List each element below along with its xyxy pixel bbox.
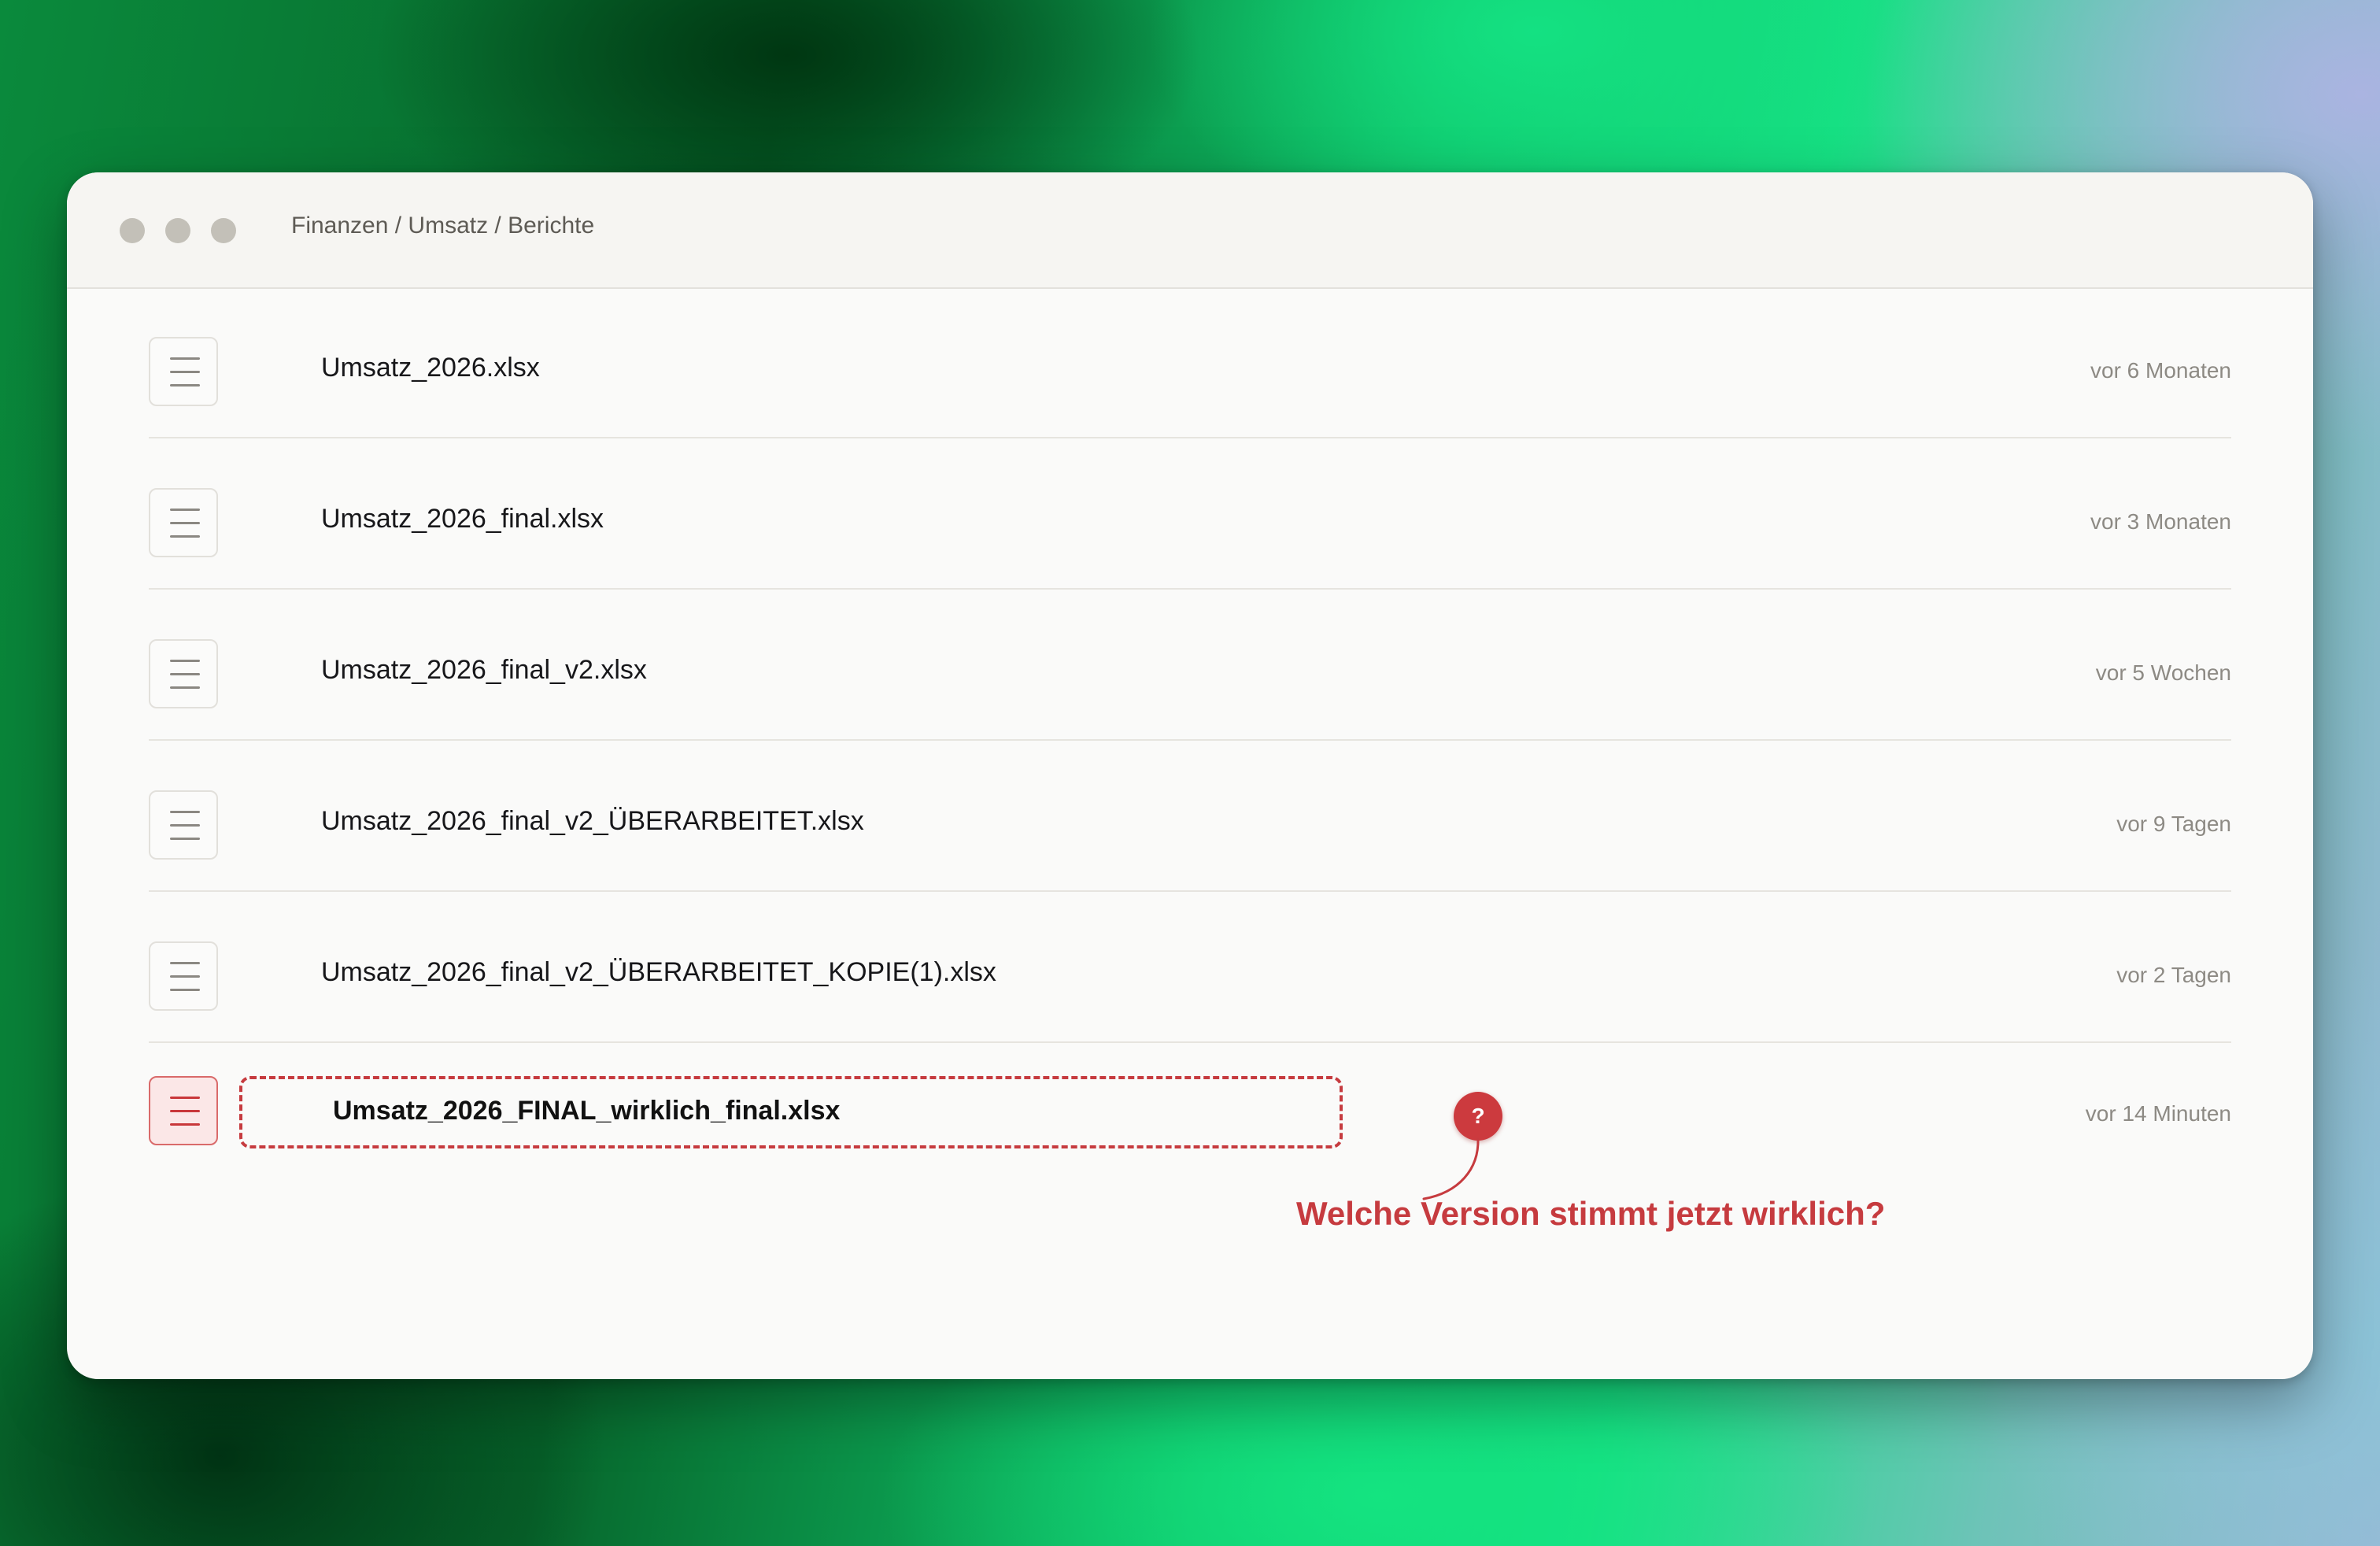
file-modified-time: vor 5 Wochen bbox=[2095, 660, 2231, 685]
file-name: Umsatz_2026_FINAL_wirklich_final.xlsx bbox=[333, 1096, 841, 1126]
callout-annotation-text: Welche Version stimmt jetzt wirklich? bbox=[1296, 1195, 1886, 1232]
file-modified-time: vor 14 Minuten bbox=[2085, 1101, 2231, 1126]
file-row[interactable]: Umsatz_2026_final_v2_ÜBERARBEITET.xlsx v… bbox=[149, 741, 2231, 892]
title-bar: Finanzen / Umsatz / Berichte bbox=[67, 172, 2313, 289]
file-modified-time: vor 2 Tagen bbox=[2116, 963, 2231, 987]
file-icon bbox=[149, 790, 218, 860]
file-name: Umsatz_2026_final.xlsx bbox=[321, 504, 604, 534]
file-icon bbox=[149, 639, 218, 708]
breadcrumb[interactable]: Finanzen / Umsatz / Berichte bbox=[291, 210, 594, 242]
file-modified-time: vor 3 Monaten bbox=[2090, 509, 2231, 534]
window-close-button[interactable] bbox=[120, 218, 145, 243]
window-maximize-button[interactable] bbox=[211, 218, 236, 243]
file-row[interactable]: Umsatz_2026_final_v2_ÜBERARBEITET_KOPIE(… bbox=[149, 892, 2231, 1043]
file-name: Umsatz_2026_final_v2_ÜBERARBEITET.xlsx bbox=[321, 806, 864, 836]
file-icon bbox=[149, 1076, 218, 1145]
file-list: Umsatz_2026.xlsx vor 6 Monaten Umsatz_20… bbox=[149, 287, 2231, 1232]
file-name: Umsatz_2026_final_v2.xlsx bbox=[321, 655, 647, 685]
file-modified-time: vor 6 Monaten bbox=[2090, 358, 2231, 383]
file-row[interactable]: Umsatz_2026.xlsx vor 6 Monaten bbox=[149, 287, 2231, 438]
file-row-highlighted[interactable]: Umsatz_2026_FINAL_wirklich_final.xlsx vo… bbox=[149, 1043, 2231, 1232]
file-row[interactable]: Umsatz_2026_final.xlsx vor 3 Monaten bbox=[149, 438, 2231, 590]
file-name: Umsatz_2026_final_v2_ÜBERARBEITET_KOPIE(… bbox=[321, 957, 996, 987]
file-browser-window: Finanzen / Umsatz / Berichte Umsatz_2026… bbox=[67, 172, 2313, 1379]
window-minimize-button[interactable] bbox=[165, 218, 190, 243]
file-name: Umsatz_2026.xlsx bbox=[321, 353, 540, 383]
file-row[interactable]: Umsatz_2026_final_v2.xlsx vor 5 Wochen bbox=[149, 590, 2231, 741]
file-modified-time: vor 9 Tagen bbox=[2116, 812, 2231, 836]
file-icon bbox=[149, 337, 218, 406]
file-icon bbox=[149, 941, 218, 1011]
question-mark-icon: ? bbox=[1454, 1092, 1502, 1141]
file-icon bbox=[149, 488, 218, 557]
